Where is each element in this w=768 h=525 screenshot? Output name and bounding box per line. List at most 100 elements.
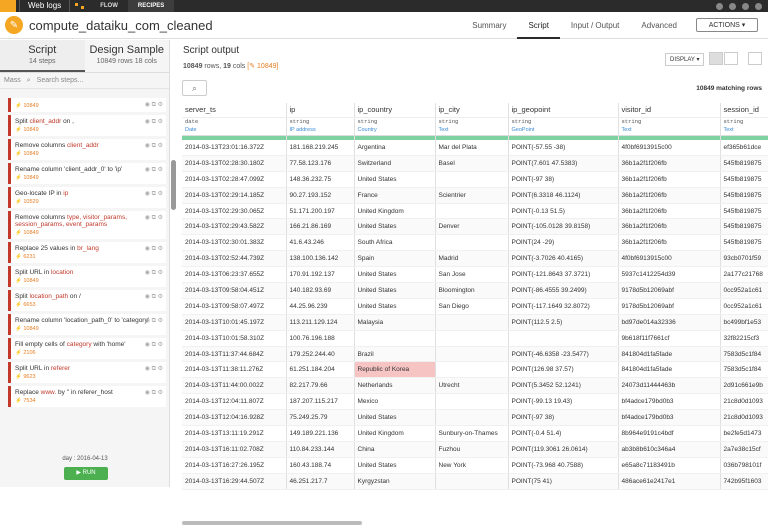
script-step[interactable]: Split client_addr on , ⚡ 10849 ◉ ⧉ ⚙: [8, 115, 166, 136]
column-meaning[interactable]: Text: [618, 126, 721, 136]
table-cell[interactable]: 2014-03-13T11:37:44.684Z: [182, 346, 287, 363]
table-cell[interactable]: 545fb819875: [720, 234, 768, 252]
table-cell[interactable]: POINT(-3.7026 40.4165): [508, 250, 619, 268]
table-cell[interactable]: [435, 203, 509, 220]
script-step[interactable]: Split location_path on / ⚡ 6653 ◉ ⧉ ⚙: [8, 290, 166, 311]
table-cell[interactable]: 36b1a2f1f206fb: [618, 203, 721, 220]
column-header[interactable]: session_id: [720, 103, 768, 118]
step-actions-icon[interactable]: ◉ ⧉ ⚙: [145, 101, 163, 109]
table-cell[interactable]: 90.27.193.152: [286, 187, 355, 204]
column-meaning[interactable]: Country: [354, 126, 436, 136]
table-cell[interactable]: 187.207.115.217: [286, 393, 355, 411]
table-cell[interactable]: 545fb819875: [720, 203, 768, 220]
table-cell[interactable]: Netherlands: [354, 377, 436, 395]
step-actions-icon[interactable]: ◉ ⧉ ⚙: [145, 245, 163, 253]
table-cell[interactable]: 545fb819875: [720, 155, 768, 172]
table-cell[interactable]: 545fb819875: [720, 171, 768, 188]
step-actions-icon[interactable]: ◉ ⧉ ⚙: [145, 365, 163, 373]
table-cell[interactable]: France: [354, 187, 436, 204]
table-cell[interactable]: Sunbury-on-Thames: [435, 425, 509, 442]
table-cell[interactable]: POINT(-117.1649 32.8072): [508, 298, 619, 315]
dataiku-logo[interactable]: [0, 0, 16, 12]
run-button[interactable]: ▶ RUN: [64, 467, 108, 480]
table-cell[interactable]: Argentina: [354, 139, 436, 156]
table-cell[interactable]: 93cb0701f59: [720, 250, 768, 268]
table-cell[interactable]: 2014-03-13T12:04:11.807Z: [182, 393, 287, 411]
table-cell[interactable]: 2014-03-13T02:28:30.180Z: [182, 155, 287, 172]
script-step[interactable]: Replace 25 values in br_lang ⚡ 6231 ◉ ⧉ ⚙: [8, 242, 166, 263]
table-cell[interactable]: Mexico: [354, 393, 436, 411]
table-cell[interactable]: 36b1a2f1f206fb: [618, 155, 721, 172]
table-cell[interactable]: 44.25.96.239: [286, 298, 355, 315]
table-cell[interactable]: 148.36.232.75: [286, 171, 355, 188]
table-cell[interactable]: 21c8d0d1093: [720, 409, 768, 427]
table-cell[interactable]: 2014-03-13T11:44:00.002Z: [182, 377, 287, 395]
table-cell[interactable]: ab3b8b610c346a4: [618, 441, 721, 458]
table-cell[interactable]: POINT(126.98 37.57): [508, 361, 619, 379]
nav-flow[interactable]: FLOW: [90, 0, 128, 12]
step-actions-icon[interactable]: ◉ ⧉ ⚙: [145, 214, 163, 222]
table-cell[interactable]: Madrid: [435, 250, 509, 268]
table-cell[interactable]: [435, 171, 509, 188]
notifications-icon[interactable]: [729, 2, 736, 10]
table-cell[interactable]: United Kingdom: [354, 203, 436, 220]
table-cell[interactable]: POINT(-0.4 51.4): [508, 425, 619, 442]
table-cell[interactable]: 2014-03-13T12:04:16.928Z: [182, 409, 287, 427]
table-cell[interactable]: 2014-03-13T02:29:43.582Z: [182, 218, 287, 236]
table-cell[interactable]: POINT(6.3318 46.1124): [508, 187, 619, 204]
table-cell[interactable]: Mar del Plata: [435, 139, 509, 156]
table-cell[interactable]: POINT(119.3061 26.0614): [508, 441, 619, 458]
table-cell[interactable]: 51.171.200.197: [286, 203, 355, 220]
table-cell[interactable]: 2014-03-13T02:29:14.185Z: [182, 187, 287, 204]
tab-design-sample[interactable]: Design Sample 10849 rows 18 cols: [85, 40, 170, 72]
table-cell[interactable]: United States: [354, 409, 436, 427]
search-icon[interactable]: ⌕: [182, 80, 207, 96]
table-cell[interactable]: United States: [354, 266, 436, 284]
table-cell[interactable]: United States: [354, 282, 436, 299]
step-actions-icon[interactable]: ◉ ⧉ ⚙: [145, 190, 163, 198]
table-cell[interactable]: 9178d5b12069abf: [618, 282, 721, 299]
column-meaning[interactable]: Text: [720, 126, 768, 136]
table-cell[interactable]: 24073d11444463b: [618, 377, 721, 395]
table-cell[interactable]: Basel: [435, 155, 509, 172]
display-dropdown[interactable]: DISPLAY ▾: [665, 53, 705, 66]
table-cell[interactable]: 166.21.86.169: [286, 218, 355, 236]
table-cell[interactable]: bf4adce179bd0b3: [618, 409, 721, 427]
table-cell[interactable]: 75.249.25.79: [286, 409, 355, 427]
table-cell[interactable]: 4f0bf6913915c00: [618, 250, 721, 268]
table-cell[interactable]: POINT(-57.55 -38): [508, 139, 619, 156]
table-cell[interactable]: 2014-03-13T09:58:04.451Z: [182, 282, 287, 299]
table-cell[interactable]: Spain: [354, 250, 436, 268]
table-cell[interactable]: 2014-03-13T09:58:07.497Z: [182, 298, 287, 315]
table-cell[interactable]: 77.58.123.176: [286, 155, 355, 172]
script-step[interactable]: Remove columns client_addr ⚡ 10849 ◉ ⧉ ⚙: [8, 139, 166, 160]
table-cell[interactable]: POINT(112.5 2.5): [508, 314, 619, 331]
flow-icon[interactable]: [70, 0, 90, 12]
column-meaning[interactable]: Date: [182, 126, 287, 136]
table-cell[interactable]: [354, 330, 436, 347]
table-cell[interactable]: 61.251.184.204: [286, 361, 355, 379]
table-cell[interactable]: 7583d5c1f84: [720, 346, 768, 363]
table-cell[interactable]: China: [354, 441, 436, 458]
user-avatar[interactable]: [755, 2, 762, 10]
script-step[interactable]: Fill empty cells of category with 'home'…: [8, 338, 166, 359]
tab-script-steps[interactable]: Script 14 steps: [0, 40, 85, 72]
table-cell[interactable]: 179.252.244.40: [286, 346, 355, 363]
table-cell[interactable]: 545fb819875: [720, 218, 768, 236]
table-cell[interactable]: 113.211.129.124: [286, 314, 355, 331]
table-cell[interactable]: 2014-03-13T11:38:11.276Z: [182, 361, 287, 379]
table-cell[interactable]: 2014-03-13T10:01:58.310Z: [182, 330, 287, 347]
tab-summary[interactable]: Summary: [461, 12, 517, 39]
table-cell[interactable]: 2014-03-13T10:01:45.197Z: [182, 314, 287, 331]
table-cell[interactable]: United States: [354, 298, 436, 315]
table-cell[interactable]: 841804d1fa5fade: [618, 346, 721, 363]
column-header[interactable]: visitor_id: [618, 103, 721, 118]
table-cell[interactable]: [435, 409, 509, 427]
table-cell[interactable]: San Jose: [435, 266, 509, 284]
table-cell[interactable]: bd97de014a32336: [618, 314, 721, 331]
table-cell[interactable]: 36b1a2f1f206fb: [618, 234, 721, 252]
table-cell[interactable]: 181.168.219.245: [286, 139, 355, 156]
table-cell[interactable]: 2d91c661e9b: [720, 377, 768, 395]
table-cell[interactable]: 32f82215cf3: [720, 330, 768, 347]
script-step[interactable]: Geo-locate IP in ip ⚡ 10529 ◉ ⧉ ⚙: [8, 187, 166, 208]
